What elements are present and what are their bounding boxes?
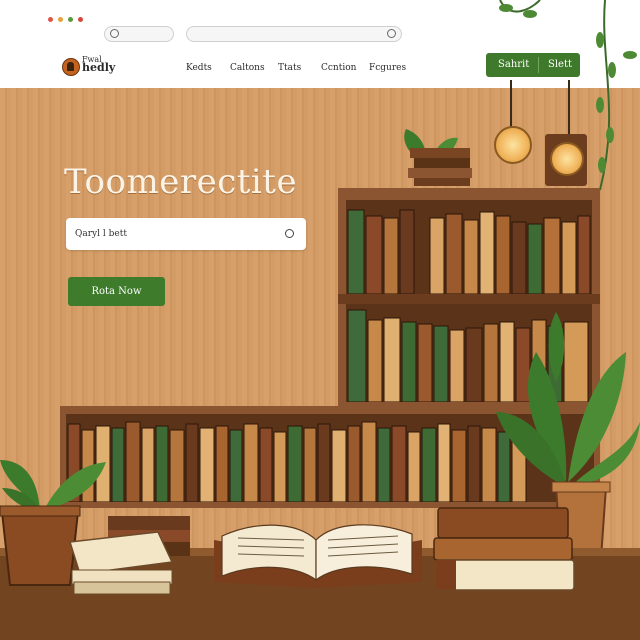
pendant-lamp xyxy=(494,126,532,164)
nav-link-ccntion[interactable]: Ccntion xyxy=(321,63,356,73)
book-stack-right xyxy=(433,507,575,591)
search-icon xyxy=(387,29,396,38)
window-close-dot[interactable] xyxy=(48,17,53,22)
address-bar[interactable] xyxy=(186,26,402,42)
window-maximize-dot[interactable] xyxy=(68,17,73,22)
shelf-board xyxy=(338,294,600,304)
books-row-1 xyxy=(347,209,591,294)
small-address-bar[interactable] xyxy=(104,26,174,42)
window-minimize-dot[interactable] xyxy=(58,17,63,22)
nav-link-kedts[interactable]: Kedts xyxy=(186,63,212,73)
cta-button-label: Rota Now xyxy=(91,286,142,297)
open-book xyxy=(214,524,422,588)
nav-link-fcgures[interactable]: Fcgures xyxy=(369,63,406,73)
cta-button[interactable]: Rota Now xyxy=(68,277,165,306)
lamp-cord xyxy=(510,80,512,130)
search-input-value: Qaryl l bett xyxy=(75,229,127,239)
search-icon[interactable] xyxy=(285,229,294,238)
reader-logo-icon[interactable] xyxy=(62,58,80,76)
nav-link-caltons[interactable]: Caltons xyxy=(230,63,265,73)
potted-plant-top xyxy=(404,129,472,186)
logo-line-2: hedly xyxy=(82,61,116,74)
window-dot xyxy=(78,17,83,22)
hero-title: Toomerectite xyxy=(64,162,298,202)
nav-link-ttats[interactable]: Ttats xyxy=(278,63,301,73)
search-icon xyxy=(110,29,119,38)
search-input[interactable]: Qaryl l bett xyxy=(66,218,306,250)
book-stack-left xyxy=(69,516,190,595)
site-logo[interactable]: Fwal hedly xyxy=(82,56,122,74)
lamp-cord xyxy=(568,80,570,140)
clock-face xyxy=(550,142,584,176)
